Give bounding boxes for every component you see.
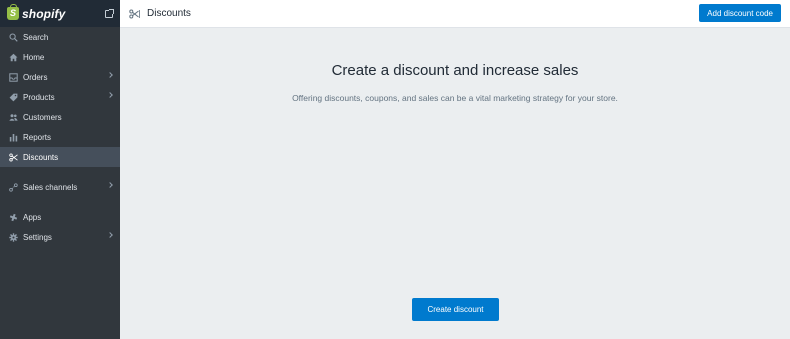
sidebar-item-sales-channels[interactable]: Sales channels	[0, 177, 120, 197]
bar-chart-icon	[9, 133, 18, 142]
sidebar-item-products[interactable]: Products	[0, 87, 120, 107]
brand-bar: S shopify	[0, 0, 120, 27]
sidebar-item-label: Apps	[23, 212, 42, 222]
sidebar-item-label: Reports	[23, 132, 52, 142]
sidebar-spacer	[0, 197, 120, 207]
sidebar-item-home[interactable]: Home	[0, 47, 120, 67]
sales-channels-icon	[9, 182, 18, 192]
shopify-logo-icon[interactable]: S	[7, 4, 19, 20]
sidebar-item-customers[interactable]: Customers	[0, 107, 120, 127]
discount-icon	[129, 9, 141, 19]
sidebar-item-settings[interactable]: Settings	[0, 227, 120, 247]
sidebar-item-search[interactable]: Search	[0, 27, 120, 47]
sidebar-item-label: Discounts	[23, 152, 59, 162]
tag-icon	[9, 93, 18, 102]
empty-state-description: Offering discounts, coupons, and sales c…	[292, 93, 618, 103]
sidebar-item-label: Search	[23, 32, 49, 42]
sidebar-item-reports[interactable]: Reports	[0, 127, 120, 147]
create-discount-button[interactable]: Create discount	[412, 298, 499, 321]
brand-name[interactable]: shopify	[22, 7, 65, 21]
orders-icon	[9, 72, 18, 82]
chevron-right-icon	[107, 92, 113, 98]
sidebar-item-discounts[interactable]: Discounts	[0, 147, 120, 167]
chevron-right-icon	[107, 182, 113, 188]
sidebar-item-label: Home	[23, 52, 45, 62]
discount-icon	[9, 152, 18, 162]
sidebar-item-label: Sales channels	[23, 182, 78, 192]
customers-icon	[9, 113, 18, 122]
sidebar-item-label: Products	[23, 92, 55, 102]
sidebar-spacer	[0, 167, 120, 177]
main-content: Create a discount and increase sales Off…	[120, 28, 790, 339]
chevron-right-icon	[107, 72, 113, 78]
search-icon	[9, 33, 18, 42]
apps-icon	[9, 213, 18, 222]
top-bar: Discounts Add discount code	[120, 0, 790, 28]
home-icon	[9, 53, 18, 62]
sidebar-item-orders[interactable]: Orders	[0, 67, 120, 87]
sidebar-nav: Search Home Orders Products Customers Re…	[0, 27, 120, 247]
sidebar-item-label: Settings	[23, 232, 52, 242]
sidebar: S shopify Search Home Orders Products Cu…	[0, 0, 120, 339]
add-discount-code-button[interactable]: Add discount code	[699, 4, 781, 22]
empty-state-heading: Create a discount and increase sales	[331, 62, 579, 79]
gear-icon	[9, 232, 18, 242]
external-link-icon[interactable]	[105, 8, 114, 18]
sidebar-item-label: Orders	[23, 72, 48, 82]
chevron-right-icon	[107, 232, 113, 238]
sidebar-item-label: Customers	[23, 112, 62, 122]
sidebar-item-apps[interactable]: Apps	[0, 207, 120, 227]
page-title: Discounts	[147, 8, 191, 19]
